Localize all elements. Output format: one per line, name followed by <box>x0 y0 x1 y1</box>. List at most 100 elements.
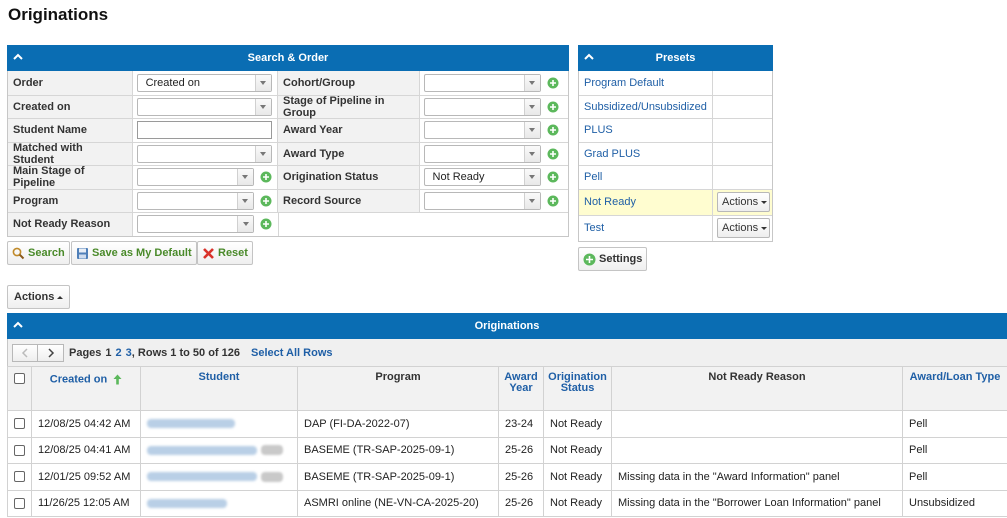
award-year-cell: 25-26 <box>498 436 544 464</box>
add-icon[interactable] <box>260 195 272 207</box>
preset-program-default[interactable]: Program Default <box>579 71 713 95</box>
record-source-select[interactable] <box>423 191 541 210</box>
table-row[interactable]: 11/26/25 12:05 AM ASMRI online (NE-VN-CA… <box>7 489 1007 517</box>
caret-down-icon <box>761 226 768 230</box>
redacted-badge <box>261 471 283 482</box>
col-origination-status[interactable]: Origination Status <box>543 366 612 411</box>
select-all-checkbox-cell[interactable] <box>7 366 32 411</box>
matched-with-student-select[interactable] <box>136 144 272 163</box>
student-cell[interactable] <box>140 410 298 438</box>
created-on-select[interactable] <box>136 97 272 116</box>
select-all-checkbox[interactable] <box>14 373 25 384</box>
table-header-row: Created on Student Program Award Year Or… <box>7 366 1007 411</box>
program-select[interactable] <box>136 191 254 210</box>
origination-status-select[interactable]: Not Ready <box>423 168 541 187</box>
preset-test[interactable]: Test <box>579 215 713 241</box>
row-checkbox[interactable] <box>14 497 25 509</box>
created-on-cell: 11/26/25 12:05 AM <box>31 489 141 517</box>
award-type-select[interactable] <box>423 144 541 163</box>
collapse-icon[interactable] <box>584 52 594 62</box>
order-select[interactable]: Created on <box>136 73 272 92</box>
search-order-header[interactable]: Search & Order <box>7 45 569 71</box>
save-default-label: Save as My Default <box>92 247 192 259</box>
next-page-button[interactable] <box>38 343 64 362</box>
preset-subsidized-unsubsidized[interactable]: Subsidized/Unsubsidized <box>579 95 713 118</box>
table-row[interactable]: 12/08/25 04:41 AM BASEME (TR-SAP-2025-09… <box>7 436 1007 464</box>
award-type-cell: Pell <box>902 410 1007 438</box>
collapse-icon[interactable] <box>13 320 23 330</box>
reason-cell <box>611 436 903 464</box>
add-icon[interactable] <box>547 195 559 207</box>
preset-grad-plus[interactable]: Grad PLUS <box>579 142 713 165</box>
preset-plus[interactable]: PLUS <box>579 119 713 142</box>
row-checkbox[interactable] <box>14 471 25 483</box>
col-created-on[interactable]: Created on <box>31 366 141 411</box>
award-type-cell: Pell <box>902 436 1007 464</box>
reset-label: Reset <box>218 247 248 259</box>
originations-table: Created on Student Program Award Year Or… <box>7 366 1007 517</box>
row-checkbox[interactable] <box>14 418 25 430</box>
record-source-label: Record Source <box>278 189 420 212</box>
student-name-redacted[interactable] <box>147 498 227 508</box>
table-row[interactable]: 12/01/25 09:52 AM BASEME (TR-SAP-2025-09… <box>7 463 1007 491</box>
award-year-select[interactable] <box>423 121 541 140</box>
preset-actions-button[interactable]: Actions <box>717 192 770 212</box>
caret-down-icon <box>761 200 768 204</box>
status-cell: Not Ready <box>543 489 612 517</box>
search-button[interactable]: Search <box>7 241 70 265</box>
preset-actions-label: Actions <box>722 196 759 208</box>
main-stage-select[interactable] <box>136 168 254 187</box>
add-icon[interactable] <box>260 218 272 230</box>
student-name-input[interactable] <box>136 121 272 140</box>
search-order-panel: Search & Order Order Created on Cohort/G… <box>7 45 569 237</box>
chevron-down-icon <box>254 74 271 91</box>
col-award-year[interactable]: Award Year <box>498 366 544 411</box>
reset-button[interactable]: Reset <box>197 241 253 265</box>
chevron-down-icon <box>254 145 271 162</box>
student-name-redacted[interactable] <box>147 419 235 429</box>
add-icon[interactable] <box>547 101 559 113</box>
row-checkbox[interactable] <box>14 444 25 456</box>
originations-header[interactable]: Originations <box>7 313 1007 339</box>
actions-button[interactable]: Actions <box>7 285 71 309</box>
award-type-label: Award Type <box>278 142 420 165</box>
student-cell[interactable] <box>140 436 298 464</box>
chevron-down-icon <box>523 145 540 162</box>
preset-not-ready[interactable]: Not Ready <box>579 189 713 215</box>
cohort-group-select[interactable] <box>423 73 541 92</box>
student-name-redacted[interactable] <box>147 445 257 455</box>
add-icon[interactable] <box>547 171 559 183</box>
preset-actions-label: Actions <box>722 222 759 234</box>
presets-header[interactable]: Presets <box>578 45 773 71</box>
student-cell[interactable] <box>140 489 298 517</box>
preset-actions-button[interactable]: Actions <box>717 218 770 238</box>
award-year-cell: 23-24 <box>498 410 544 438</box>
prev-page-button[interactable] <box>12 343 38 362</box>
student-cell[interactable] <box>140 463 298 491</box>
save-default-button[interactable]: Save as My Default <box>71 241 197 265</box>
add-icon[interactable] <box>547 148 559 160</box>
col-award-type[interactable]: Award/Loan Type <box>902 366 1007 411</box>
chevron-down-icon <box>236 169 253 186</box>
student-name-redacted[interactable] <box>147 472 257 482</box>
add-icon[interactable] <box>547 77 559 89</box>
add-icon[interactable] <box>547 124 559 136</box>
stage-in-group-select[interactable] <box>423 97 541 116</box>
col-student[interactable]: Student <box>140 366 298 411</box>
not-ready-reason-select[interactable] <box>137 215 254 234</box>
collapse-icon[interactable] <box>13 52 23 62</box>
add-icon[interactable] <box>260 171 272 183</box>
chevron-down-icon <box>523 98 540 115</box>
reason-cell: Missing data in the "Borrower Loan Infor… <box>611 489 903 517</box>
created-on-cell: 12/01/25 09:52 AM <box>31 463 141 491</box>
status-cell: Not Ready <box>543 463 612 491</box>
page-2-link[interactable]: 2 <box>116 347 122 359</box>
presets-title: Presets <box>655 52 696 64</box>
chevron-down-icon <box>254 98 271 115</box>
settings-label: Settings <box>599 253 643 265</box>
settings-button[interactable]: Settings <box>578 247 648 271</box>
select-all-rows-link[interactable]: Select All Rows <box>251 347 333 359</box>
table-row[interactable]: 12/08/25 04:42 AM DAP (FI-DA-2022-07) 23… <box>7 410 1007 438</box>
program-cell: BASEME (TR-SAP-2025-09-1) <box>297 463 499 491</box>
preset-pell[interactable]: Pell <box>579 166 713 189</box>
